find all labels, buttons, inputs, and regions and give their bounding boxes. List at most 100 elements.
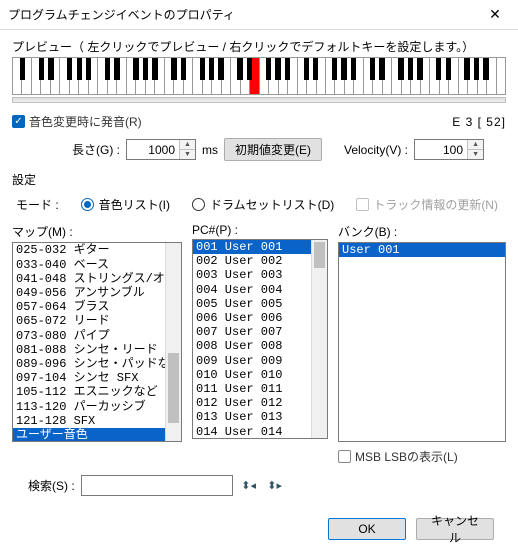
piano-keyboard[interactable] bbox=[12, 57, 506, 95]
piano-black-key[interactable] bbox=[464, 58, 469, 80]
piano-black-key[interactable] bbox=[351, 58, 356, 80]
piano-black-key[interactable] bbox=[152, 58, 157, 80]
piano-black-key[interactable] bbox=[332, 58, 337, 80]
map-item[interactable]: 097-104 シンセ SFX bbox=[13, 371, 181, 385]
velocity-spinner[interactable]: ▲▼ bbox=[467, 140, 483, 159]
piano-black-key[interactable] bbox=[436, 58, 441, 80]
check-icon: ✓ bbox=[12, 115, 25, 128]
pc-item[interactable]: 009 User 009 bbox=[193, 354, 327, 368]
length-field[interactable] bbox=[127, 140, 179, 159]
pc-item[interactable]: 013 User 013 bbox=[193, 410, 327, 424]
search-input[interactable] bbox=[81, 475, 233, 496]
sound-on-change-label: 音色変更時に発音(R) bbox=[29, 113, 142, 130]
piano-black-key[interactable] bbox=[304, 58, 309, 80]
velocity-input[interactable]: ▲▼ bbox=[414, 139, 484, 160]
map-listbox[interactable]: 009-016 クロマチック・パーカッシ017-024 オルガン025-032 … bbox=[12, 242, 182, 442]
pc-item[interactable]: 007 User 007 bbox=[193, 325, 327, 339]
piano-black-key[interactable] bbox=[379, 58, 384, 80]
map-item[interactable]: 081-088 シンセ・リード bbox=[13, 343, 181, 357]
piano-black-key[interactable] bbox=[275, 58, 280, 80]
pc-item[interactable]: 002 User 002 bbox=[193, 254, 327, 268]
length-spinner[interactable]: ▲▼ bbox=[179, 140, 195, 159]
velocity-field[interactable] bbox=[415, 140, 467, 159]
map-scrollbar[interactable] bbox=[165, 243, 181, 441]
mode-drum-label: ドラムセットリスト(D) bbox=[210, 196, 334, 213]
piano-black-key[interactable] bbox=[77, 58, 82, 80]
pc-listbox[interactable]: 001 User 001002 User 002003 User 003004 … bbox=[192, 239, 328, 439]
piano-black-key[interactable] bbox=[209, 58, 214, 80]
map-item[interactable]: 113-120 パーカッシブ bbox=[13, 400, 181, 414]
piano-black-key[interactable] bbox=[285, 58, 290, 80]
map-item[interactable]: 041-048 ストリングス/オーケス bbox=[13, 272, 181, 286]
sound-on-change-checkbox[interactable]: ✓ 音色変更時に発音(R) bbox=[12, 113, 142, 130]
piano-black-key[interactable] bbox=[474, 58, 479, 80]
search-next-icon[interactable]: ⬍▸ bbox=[265, 476, 285, 496]
pc-item[interactable]: 004 User 004 bbox=[193, 283, 327, 297]
piano-black-key[interactable] bbox=[143, 58, 148, 80]
map-item[interactable]: 025-032 ギター bbox=[13, 243, 181, 257]
piano-black-key[interactable] bbox=[67, 58, 72, 80]
map-item[interactable]: 057-064 ブラス bbox=[13, 300, 181, 314]
cancel-button[interactable]: キャンセル bbox=[416, 518, 494, 540]
piano-black-key[interactable] bbox=[266, 58, 271, 80]
mode-drum-radio[interactable]: ドラムセットリスト(D) bbox=[192, 196, 334, 213]
piano-black-key[interactable] bbox=[446, 58, 451, 80]
map-item[interactable]: 049-056 アンサンブル bbox=[13, 286, 181, 300]
piano-black-key[interactable] bbox=[483, 58, 488, 80]
bank-item[interactable]: User 001 bbox=[339, 243, 505, 257]
pc-item[interactable]: 011 User 011 bbox=[193, 382, 327, 396]
piano-black-key[interactable] bbox=[398, 58, 403, 80]
piano-black-key[interactable] bbox=[370, 58, 375, 80]
length-input[interactable]: ▲▼ bbox=[126, 139, 196, 160]
track-update-label: トラック情報の更新(N) bbox=[373, 196, 498, 213]
ok-button[interactable]: OK bbox=[328, 518, 406, 540]
pc-item[interactable]: 008 User 008 bbox=[193, 339, 327, 353]
pc-item[interactable]: 010 User 010 bbox=[193, 368, 327, 382]
mode-label: モード : bbox=[16, 196, 59, 213]
piano-black-key[interactable] bbox=[48, 58, 53, 80]
piano-black-key[interactable] bbox=[114, 58, 119, 80]
map-item[interactable]: 073-080 パイプ bbox=[13, 329, 181, 343]
piano-black-key[interactable] bbox=[181, 58, 186, 80]
piano-black-key[interactable] bbox=[408, 58, 413, 80]
piano-black-key[interactable] bbox=[39, 58, 44, 80]
msb-lsb-checkbox[interactable]: ✓ MSB LSBの表示(L) bbox=[338, 448, 506, 465]
piano-black-key[interactable] bbox=[133, 58, 138, 80]
check-icon: ✓ bbox=[356, 198, 369, 211]
piano-black-key[interactable] bbox=[20, 58, 25, 80]
check-icon: ✓ bbox=[338, 450, 351, 463]
map-item[interactable]: 121-128 SFX bbox=[13, 414, 181, 428]
pc-item[interactable]: 006 User 006 bbox=[193, 311, 327, 325]
mode-tone-label: 音色リスト(I) bbox=[99, 196, 170, 213]
piano-black-key[interactable] bbox=[200, 58, 205, 80]
pc-item[interactable]: 003 User 003 bbox=[193, 268, 327, 282]
piano-black-key[interactable] bbox=[247, 58, 252, 80]
piano-black-key[interactable] bbox=[313, 58, 318, 80]
map-item[interactable]: ユーザー音色 bbox=[13, 428, 181, 441]
defaults-button[interactable]: 初期値変更(E) bbox=[224, 138, 322, 161]
piano-white-key[interactable] bbox=[497, 58, 505, 94]
piano-black-key[interactable] bbox=[171, 58, 176, 80]
map-item[interactable]: 065-072 リード bbox=[13, 314, 181, 328]
piano-black-key[interactable] bbox=[417, 58, 422, 80]
piano-black-key[interactable] bbox=[237, 58, 242, 80]
pc-scrollbar[interactable] bbox=[311, 240, 327, 438]
piano-black-key[interactable] bbox=[105, 58, 110, 80]
search-prev-icon[interactable]: ⬍◂ bbox=[239, 476, 259, 496]
pc-item[interactable]: 012 User 012 bbox=[193, 396, 327, 410]
ms-label: ms bbox=[202, 143, 218, 157]
bank-listbox[interactable]: User 001 bbox=[338, 242, 506, 442]
piano-black-key[interactable] bbox=[218, 58, 223, 80]
radio-icon bbox=[81, 198, 94, 211]
map-item[interactable]: 105-112 エスニックなど bbox=[13, 385, 181, 399]
piano-black-key[interactable] bbox=[86, 58, 91, 80]
settings-group-label: 設定 bbox=[12, 171, 506, 188]
piano-black-key[interactable] bbox=[341, 58, 346, 80]
pc-item[interactable]: 014 User 014 bbox=[193, 425, 327, 438]
map-item[interactable]: 089-096 シンセ・パッドなど bbox=[13, 357, 181, 371]
pc-item[interactable]: 001 User 001 bbox=[193, 240, 327, 254]
mode-tone-radio[interactable]: 音色リスト(I) bbox=[81, 196, 170, 213]
pc-item[interactable]: 005 User 005 bbox=[193, 297, 327, 311]
map-item[interactable]: 033-040 ベース bbox=[13, 258, 181, 272]
close-button[interactable]: ✕ bbox=[472, 0, 518, 30]
